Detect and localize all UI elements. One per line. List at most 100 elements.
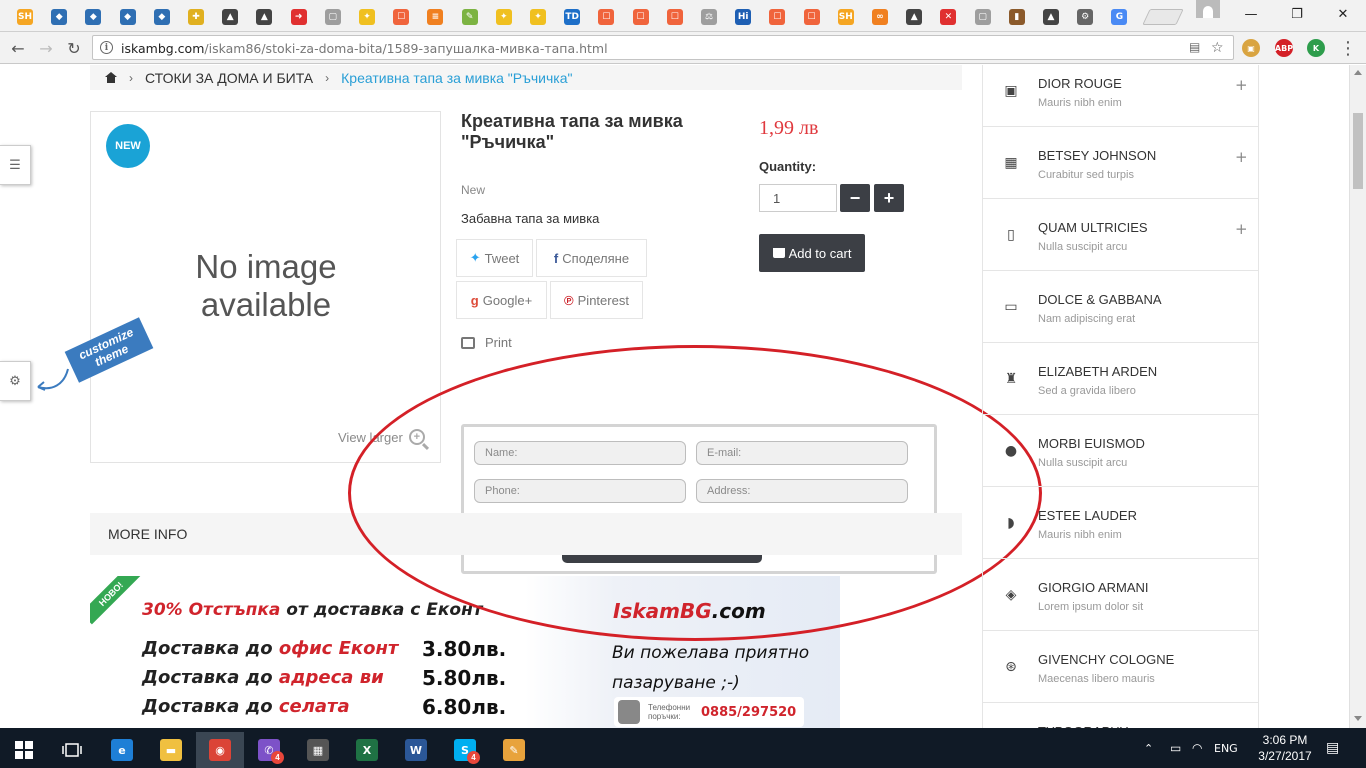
scroll-down-arrow-icon[interactable] (1354, 716, 1362, 721)
taskbar-app[interactable]: ◉ (196, 732, 244, 768)
browser-tab[interactable]: ▢ (968, 4, 998, 30)
address-bar[interactable]: i iskambg.com/iskam86/stoki-za-doma-bita… (92, 35, 1234, 60)
scroll-up-arrow-icon[interactable] (1354, 70, 1362, 75)
star-bookmark-icon[interactable]: ☆ (1211, 40, 1224, 56)
browser-tab[interactable]: ☐ (660, 4, 690, 30)
browser-tab[interactable]: ✎ (455, 4, 485, 30)
browser-tab[interactable]: ≡ (420, 4, 450, 30)
browser-tab[interactable]: ✦ (352, 4, 382, 30)
pinterest-button[interactable]: ℗ Pinterest (550, 281, 643, 319)
browser-tab[interactable]: ☐ (626, 4, 656, 30)
sidebar-category-item[interactable]: ⎙TYPOGRAPHY (983, 703, 1259, 728)
browser-tab[interactable]: ✦ (489, 4, 519, 30)
browser-tab[interactable]: ✕ (933, 4, 963, 30)
minimize-button[interactable]: — (1228, 0, 1274, 28)
sidebar-category-item[interactable]: ◈ GIORGIO ARMANI Lorem ipsum dolor sit (983, 559, 1259, 631)
sidebar-category-item[interactable]: ● MORBI EUISMOD Nulla suscipit arcu (983, 415, 1259, 487)
forward-button[interactable]: → (34, 36, 58, 60)
product-image-box[interactable]: NEW No image available View larger + (90, 111, 441, 463)
sidebar-category-item[interactable]: ▭ DOLCE & GABBANA Nam adipiscing erat (983, 271, 1259, 343)
browser-tab[interactable]: ▲ (215, 4, 245, 30)
taskbar-app[interactable]: S4 (441, 732, 489, 768)
profile-button[interactable] (1196, 0, 1220, 18)
taskbar-app[interactable]: X (343, 732, 391, 768)
category-sidebar: ▣ DIOR ROUGE Mauris nibh enim + ▦ BETSEY JOHN… (982, 65, 1259, 728)
browser-tab[interactable]: ✦ (523, 4, 553, 30)
expand-plus-icon[interactable]: + (1235, 76, 1248, 94)
browser-tab[interactable]: SH (10, 4, 40, 30)
sidebar-category-item[interactable]: ▣ DIOR ROUGE Mauris nibh enim + (983, 65, 1259, 127)
taskbar-app[interactable]: ▬ (147, 732, 195, 768)
delivery-row: Доставка до адреса ви (142, 667, 384, 688)
google-plus-button[interactable]: g Google+ (456, 281, 547, 319)
browser-tab[interactable]: ◆ (147, 4, 177, 30)
browser-tab[interactable]: ◆ (113, 4, 143, 30)
clock[interactable]: 3:06 PM 3/27/2017 (1255, 732, 1315, 764)
sidebar-category-item[interactable]: ▯ QUAM ULTRICIES Nulla suscipit arcu + (983, 199, 1259, 271)
browser-tab[interactable]: SH (831, 4, 861, 30)
browser-tab[interactable]: ➜ (284, 4, 314, 30)
reload-button[interactable]: ↻ (62, 36, 86, 60)
maximize-button[interactable]: ❐ (1274, 0, 1320, 28)
browser-tab[interactable]: ✚ (181, 4, 211, 30)
browser-tab[interactable]: ◆ (44, 4, 74, 30)
show-hidden-icons-chevron-icon[interactable]: ⌃ (1144, 728, 1153, 768)
scrollbar-thumb[interactable] (1353, 113, 1363, 189)
start-button[interactable] (0, 732, 48, 768)
close-window-button[interactable]: ✕ (1320, 0, 1366, 28)
page-scrollbar[interactable] (1349, 65, 1366, 728)
browser-tab[interactable]: ☐ (591, 4, 621, 30)
browser-tab[interactable]: ☐ (797, 4, 827, 30)
browser-tab[interactable]: ▲ (1036, 4, 1066, 30)
browser-tab[interactable]: ⚙ (1070, 4, 1100, 30)
wifi-icon[interactable]: ◠ (1192, 728, 1202, 768)
notifications-icon[interactable]: ▤ (1326, 728, 1339, 768)
adblock-plus-icon[interactable]: ABP (1275, 39, 1293, 57)
sidebar-category-item[interactable]: ♜ ELIZABETH ARDEN Sed a gravida libero (983, 343, 1259, 415)
tweet-button[interactable]: ✦ Tweet (456, 239, 533, 277)
new-tab-button[interactable] (1142, 9, 1184, 25)
browser-tab[interactable]: ☐ (762, 4, 792, 30)
add-to-cart-button[interactable]: Add to cart (759, 234, 865, 272)
browser-tab[interactable]: ∞ (865, 4, 895, 30)
chrome-menu-icon[interactable]: ⋮ (1336, 36, 1360, 60)
print-link[interactable]: Print (461, 335, 512, 350)
quantity-increase-button[interactable]: + (874, 184, 904, 212)
browser-tab[interactable]: ☐ (386, 4, 416, 30)
browser-tab[interactable]: ⚖ (694, 4, 724, 30)
expand-plus-icon[interactable]: + (1235, 148, 1248, 166)
task-view-button[interactable] (48, 732, 96, 768)
expand-plus-icon[interactable]: + (1235, 220, 1248, 238)
taskbar-app[interactable]: ✎ (490, 732, 538, 768)
taskbar-app[interactable]: e (98, 732, 146, 768)
breadcrumb-category-link[interactable]: СТОКИ ЗА ДОМА И БИТА (145, 70, 313, 86)
theme-settings-gear-icon[interactable]: ⚙ (0, 361, 31, 401)
back-button[interactable]: ← (6, 36, 30, 60)
taskbar-app[interactable]: ▦ (294, 732, 342, 768)
browser-tab[interactable]: ▲ (249, 4, 279, 30)
browser-tab[interactable]: ▮ (1002, 4, 1032, 30)
quantity-decrease-button[interactable]: − (840, 184, 870, 212)
translate-icon[interactable]: ▤ (1189, 40, 1200, 54)
browser-tab[interactable]: G (1104, 4, 1134, 30)
sidebar-category-item[interactable]: ▦ BETSEY JOHNSON Curabitur sed turpis + (983, 127, 1259, 199)
quantity-input[interactable]: 1 (759, 184, 837, 212)
browser-tab[interactable]: ◆ (78, 4, 108, 30)
taskbar-app[interactable]: W (392, 732, 440, 768)
new-badge: NEW (106, 124, 150, 168)
filter-sliders-icon[interactable]: ☰ (0, 145, 31, 185)
browser-tab[interactable]: ▲ (899, 4, 929, 30)
info-icon[interactable]: i (100, 41, 113, 54)
home-icon[interactable] (105, 72, 117, 83)
browser-tab[interactable]: ▢ (318, 4, 348, 30)
photo-extension-icon[interactable]: ▣ (1242, 39, 1260, 57)
sidebar-category-item[interactable]: ⊛ GIVENCHY COLOGNE Maecenas libero mauris (983, 631, 1259, 703)
sidebar-category-item[interactable]: ◗ ESTEE LAUDER Mauris nibh enim (983, 487, 1259, 559)
browser-tab[interactable]: Hi (728, 4, 758, 30)
taskbar-app[interactable]: ✆ 4 (245, 732, 293, 768)
facebook-share-button[interactable]: f Споделяне (536, 239, 647, 277)
battery-icon[interactable]: ▭ (1170, 728, 1181, 768)
k-extension-icon[interactable]: K (1307, 39, 1325, 57)
language-indicator[interactable]: ENG (1214, 728, 1238, 768)
browser-tab[interactable]: TD (557, 4, 587, 30)
